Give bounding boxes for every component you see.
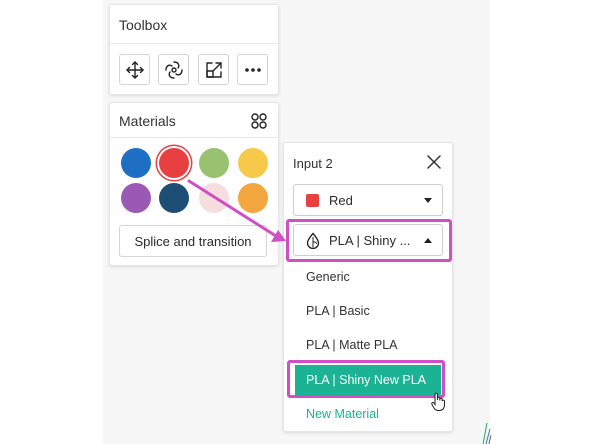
material-dropdown-menu: Generic PLA | Basic PLA | Matte PLA PLA | S…: [293, 261, 443, 421]
canvas-edge-lines: [482, 422, 492, 444]
material-swatch[interactable]: [159, 148, 189, 178]
materials-title: Materials: [119, 113, 176, 129]
rotate-icon: [164, 60, 183, 79]
toolbox-panel: Toolbox: [109, 4, 279, 95]
input-panel: Input 2 Red PLA | Shiny ... Generic PLA |…: [283, 142, 453, 432]
material-select[interactable]: PLA | Shiny ...: [293, 224, 443, 256]
grid-icon[interactable]: [250, 112, 268, 130]
color-select-value: Red: [329, 193, 353, 208]
material-swatch[interactable]: [159, 183, 189, 213]
scale-icon: [205, 61, 222, 78]
splice-and-transition-button[interactable]: Splice and transition: [119, 225, 267, 257]
more-tools-button[interactable]: [237, 54, 268, 85]
materials-panel: Materials Splice and transition: [109, 102, 279, 266]
more-icon: [244, 67, 261, 72]
chevron-up-icon: [424, 238, 432, 243]
color-chip: [306, 194, 319, 207]
chevron-down-icon: [424, 198, 432, 203]
material-swatch[interactable]: [199, 183, 229, 213]
close-icon[interactable]: [426, 154, 442, 170]
menu-item[interactable]: PLA | Matte PLA: [293, 329, 443, 361]
toolbox-title: Toolbox: [119, 17, 168, 33]
materials-divider: [110, 137, 278, 138]
material-swatch[interactable]: [238, 183, 268, 213]
input-panel-title: Input 2: [293, 156, 333, 171]
menu-item[interactable]: PLA | Shiny New PLA: [295, 365, 441, 395]
droplet-icon: [306, 232, 320, 249]
menu-item[interactable]: PLA | Basic: [293, 295, 443, 327]
material-select-value: PLA | Shiny ...: [329, 233, 411, 248]
move-tool-button[interactable]: [119, 54, 150, 85]
rotate-tool-button[interactable]: [158, 54, 189, 85]
material-swatch[interactable]: [238, 148, 268, 178]
material-swatch[interactable]: [121, 183, 151, 213]
scale-tool-button[interactable]: [198, 54, 229, 85]
material-swatch[interactable]: [199, 148, 229, 178]
toolbox-divider: [110, 43, 278, 44]
move-icon: [125, 60, 144, 79]
hand-cursor-icon: [431, 392, 445, 411]
material-swatch[interactable]: [121, 148, 151, 178]
new-material-item[interactable]: New Material: [293, 398, 443, 430]
menu-item[interactable]: Generic: [293, 261, 443, 293]
color-select[interactable]: Red: [293, 184, 443, 216]
